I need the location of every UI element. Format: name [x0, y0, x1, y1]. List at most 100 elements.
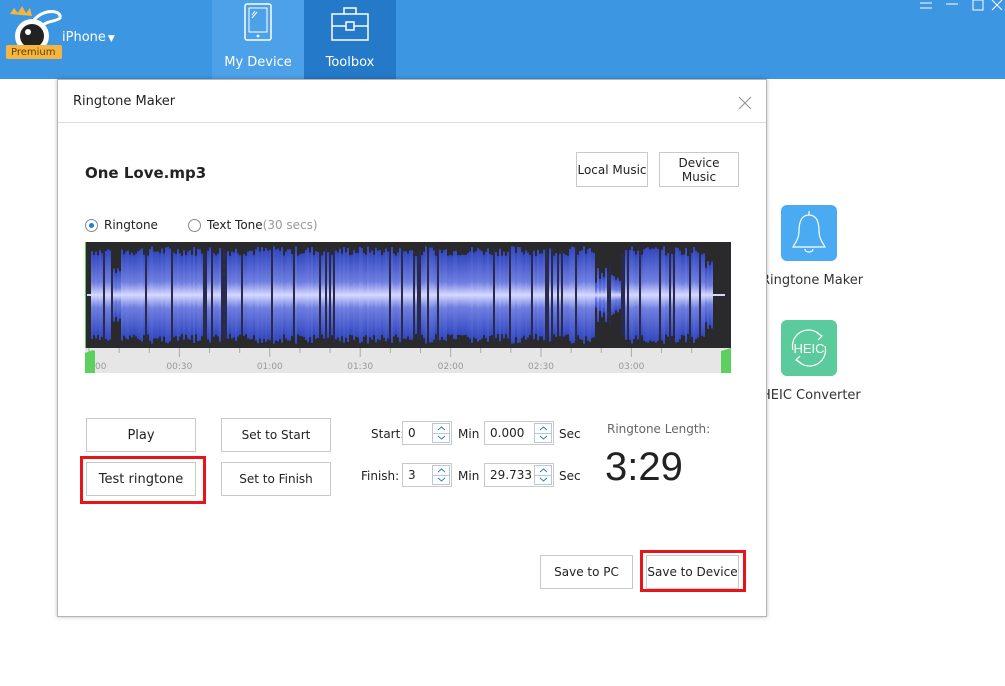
play-button[interactable]: Play: [86, 418, 196, 452]
finish-label: Finish:: [361, 469, 400, 483]
waveform-bar: [103, 249, 105, 341]
waveform-bar: [341, 253, 343, 337]
waveform-bar: [249, 250, 251, 340]
radio-ringtone[interactable]: Ringtone: [85, 218, 158, 232]
waveform-bar: [285, 251, 287, 339]
tab-my-device[interactable]: My Device: [212, 0, 304, 79]
set-to-finish-button[interactable]: Set to Finish: [221, 462, 331, 496]
tick-label: 02:00: [438, 362, 464, 372]
waveform-bar: [137, 251, 139, 339]
waveform-bar: [203, 254, 205, 336]
waveform-bar: [427, 254, 429, 336]
close-icon: [991, 0, 1003, 11]
waveform-bar: [557, 255, 559, 335]
test-ringtone-button[interactable]: Test ringtone: [86, 462, 196, 496]
waveform-bar: [561, 249, 563, 341]
waveform-bar: [399, 247, 401, 343]
finish-sec-stepper[interactable]: [484, 463, 554, 487]
waveform-bar: [417, 251, 419, 339]
waveform-bar: [457, 255, 459, 335]
dialog-header: Ringtone Maker: [58, 80, 766, 123]
waveform-bar: [373, 254, 375, 336]
minimize-button[interactable]: [939, 0, 965, 14]
waveform-bar: [553, 255, 555, 335]
waveform-bar: [429, 247, 431, 343]
increment-button[interactable]: [432, 423, 450, 434]
device-music-button[interactable]: Device Music: [659, 152, 739, 187]
waveform-editor[interactable]: :00 00:30 01:00 01:30 02:00 02:30 03:00: [85, 242, 731, 373]
start-min-input[interactable]: [403, 422, 431, 444]
dialog-close-button[interactable]: [738, 95, 752, 110]
waveform-bar: [519, 247, 521, 343]
waveform-bar: [125, 251, 127, 339]
maximize-button[interactable]: [965, 0, 991, 14]
waveform-bar: [219, 248, 221, 342]
finish-sec-input[interactable]: [485, 464, 533, 486]
waveform-bar: [707, 261, 709, 329]
increment-button[interactable]: [534, 423, 552, 434]
waveform-bar: [471, 247, 473, 343]
waveform-bar: [547, 254, 549, 336]
waveform-bar: [499, 248, 501, 342]
waveform-bar: [119, 271, 121, 319]
waveform-bar: [481, 251, 483, 339]
waveform-bar: [437, 249, 439, 341]
waveform-bar: [667, 253, 669, 337]
radio-text-tone[interactable]: Text Tone (30 secs): [187, 218, 318, 232]
start-handle[interactable]: [85, 350, 95, 373]
waveform-bar: [597, 267, 599, 323]
save-to-pc-button[interactable]: Save to PC: [540, 555, 633, 589]
decrement-button[interactable]: [432, 433, 450, 443]
device-selector[interactable]: iPhone ▼: [62, 30, 115, 45]
waveform-bar: [281, 247, 283, 343]
waveform-bar: [123, 254, 125, 336]
start-sec-input[interactable]: [485, 422, 533, 444]
timeline[interactable]: :00 00:30 01:00 01:30 02:00 02:30 03:00: [85, 348, 731, 373]
tab-toolbox[interactable]: Toolbox: [304, 0, 396, 79]
waveform-bar: [551, 249, 553, 341]
end-handle[interactable]: [721, 348, 731, 373]
waveform-bar: [367, 246, 369, 344]
waveform-bar: [407, 253, 409, 337]
waveform-bar: [289, 249, 291, 341]
decrement-button[interactable]: [432, 475, 450, 485]
waveform-bar: [517, 246, 519, 344]
waveform-bar: [205, 255, 207, 335]
waveform-bar: [463, 254, 465, 336]
local-music-button[interactable]: Local Music: [576, 152, 648, 187]
start-sec-stepper[interactable]: [484, 421, 554, 445]
waveform-bar: [467, 252, 469, 338]
decrement-button[interactable]: [534, 475, 552, 485]
waveform-bar: [157, 251, 159, 339]
waveform-bar: [443, 250, 445, 340]
tool-ringtone-maker[interactable]: Ringtone Maker: [761, 205, 871, 295]
waveform-bar: [559, 253, 561, 337]
waveform-bar: [595, 282, 597, 308]
dialog-title: Ringtone Maker: [73, 94, 176, 109]
min-unit-label: Min: [458, 469, 480, 483]
waveform-bar: [479, 249, 481, 341]
waveform-bar: [143, 254, 145, 336]
waveform-bar: [487, 248, 489, 342]
start-min-stepper[interactable]: [402, 421, 452, 445]
finish-min-input[interactable]: [403, 464, 431, 486]
waveform-bar: [181, 255, 183, 335]
waveform[interactable]: [85, 242, 731, 348]
waveform-bar: [109, 250, 111, 340]
close-button[interactable]: [991, 0, 1005, 14]
save-to-device-button[interactable]: Save to Device: [646, 555, 739, 589]
decrement-button[interactable]: [534, 433, 552, 443]
tool-heic-converter[interactable]: HEIC HEIC Converter: [761, 320, 871, 410]
increment-button[interactable]: [534, 465, 552, 476]
finish-min-stepper[interactable]: [402, 463, 452, 487]
increment-button[interactable]: [432, 465, 450, 476]
waveform-bar: [307, 247, 309, 343]
waveform-bar: [659, 255, 661, 335]
tick-label: 03:00: [618, 362, 644, 372]
waveform-bar: [615, 279, 617, 311]
radio-sublabel: (30 secs): [262, 218, 318, 232]
waveform-bar: [601, 272, 603, 318]
set-to-start-button[interactable]: Set to Start: [221, 418, 331, 452]
menu-button[interactable]: [913, 0, 939, 14]
tab-label: Toolbox: [325, 55, 375, 70]
